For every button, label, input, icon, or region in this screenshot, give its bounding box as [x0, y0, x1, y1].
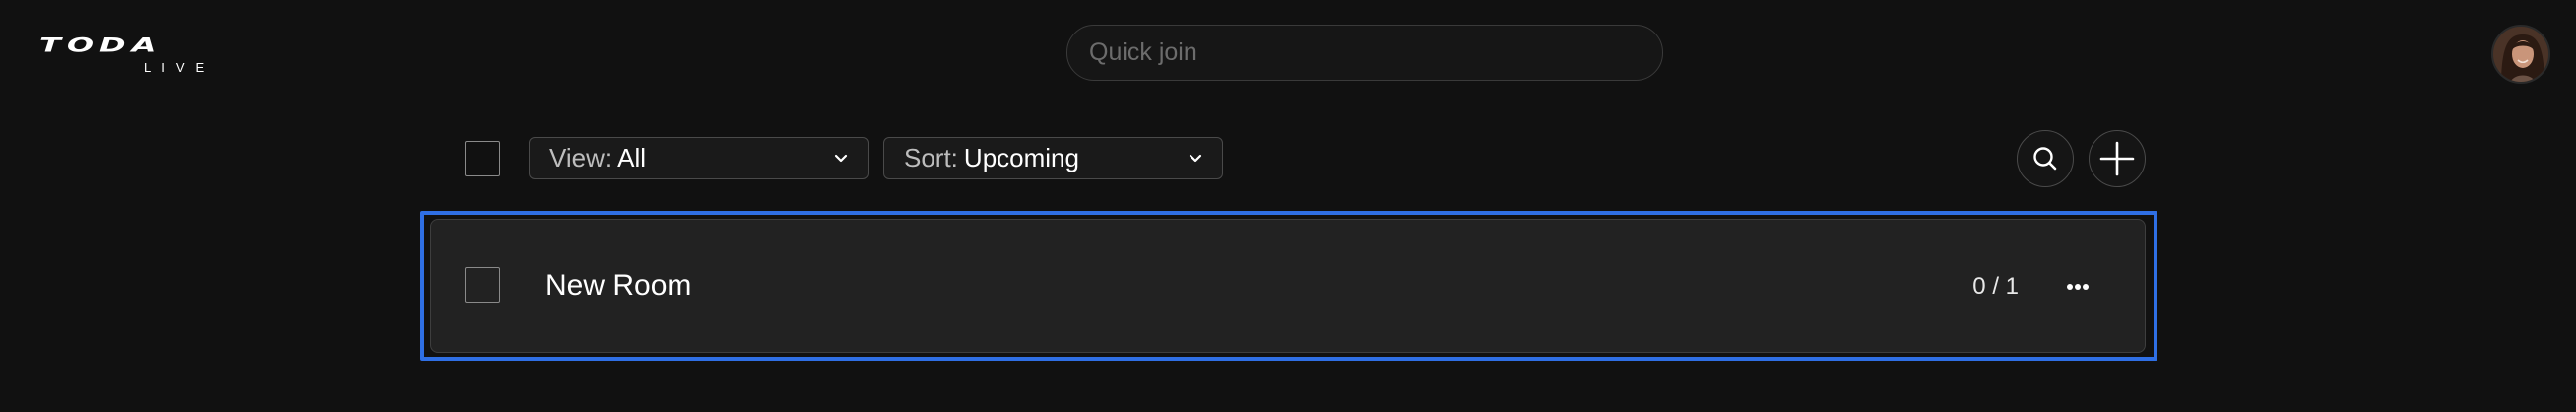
room-more-button[interactable] [2058, 267, 2097, 307]
sort-label: Sort: [904, 143, 958, 172]
room-name: New Room [546, 269, 692, 302]
view-filter-label: View: [549, 143, 612, 172]
chevron-down-icon [1189, 154, 1202, 163]
quick-join-input[interactable] [1066, 25, 1663, 81]
rooms-page: TODA LIVE View: All Sort: Upcoming [0, 0, 2576, 412]
select-all-checkbox[interactable] [465, 141, 500, 176]
user-avatar-icon [2493, 27, 2548, 82]
toda-live-logo[interactable]: TODA LIVE [39, 35, 236, 77]
room-checkbox[interactable] [465, 267, 500, 303]
list-item[interactable]: New Room 0 / 1 [430, 219, 2146, 353]
chevron-down-icon [834, 154, 848, 163]
search-icon [2033, 147, 2057, 171]
view-filter-select[interactable]: View: All [529, 137, 869, 179]
room-participant-count: 0 / 1 [1972, 273, 2019, 300]
logo-wordmark: TODA [39, 34, 162, 57]
view-filter-value: All [617, 143, 647, 172]
search-button[interactable] [2017, 130, 2074, 187]
more-horizontal-icon [2067, 284, 2089, 290]
plus-icon [2099, 141, 2135, 176]
sort-select[interactable]: Sort: Upcoming [883, 137, 1223, 179]
sort-value: Upcoming [963, 143, 1079, 172]
avatar[interactable] [2491, 25, 2550, 84]
logo-subtext: LIVE [144, 60, 216, 75]
add-room-button[interactable] [2089, 130, 2146, 187]
